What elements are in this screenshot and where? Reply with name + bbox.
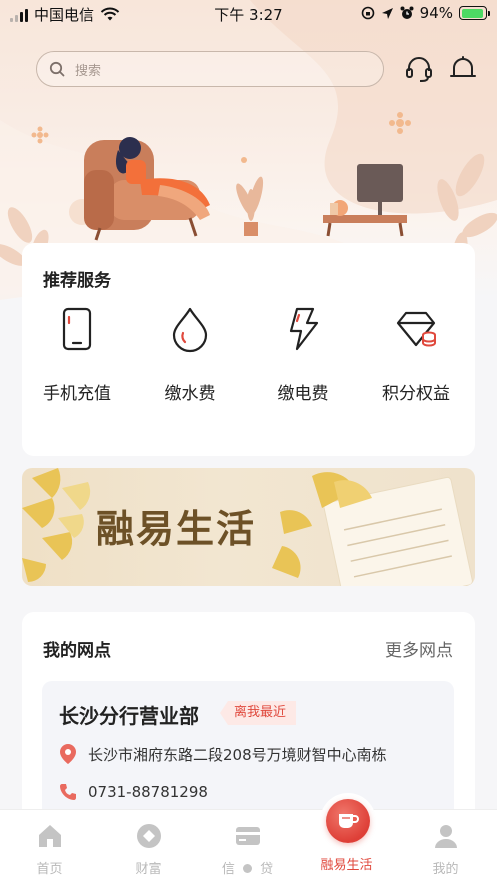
tab-label: 信 bbox=[221, 862, 235, 877]
active-tab-button[interactable] bbox=[320, 793, 376, 849]
branch-name: 长沙分行营业部 bbox=[59, 704, 199, 728]
search-bar[interactable]: 搜索 bbox=[36, 51, 384, 87]
battery-icon bbox=[459, 6, 490, 20]
tab-label: 融易生活 bbox=[320, 858, 373, 873]
water-drop-icon bbox=[172, 307, 208, 353]
service-points-rights[interactable]: 积分权益 bbox=[361, 303, 471, 404]
service-label: 积分权益 bbox=[382, 384, 450, 404]
section-title: 我的网点 bbox=[43, 641, 111, 661]
promo-banner[interactable]: 融易生活 bbox=[22, 468, 475, 586]
service-water-bill[interactable]: 缴水费 bbox=[135, 303, 245, 404]
service-label: 缴水费 bbox=[164, 384, 216, 404]
battery-percent: 94% bbox=[419, 4, 453, 22]
tab-bar: 首页 财富 信 贷 融易生活 我的 bbox=[0, 809, 497, 883]
tab-profile[interactable]: 我的 bbox=[396, 810, 495, 883]
wealth-icon bbox=[136, 824, 161, 848]
branch-address-row[interactable]: 长沙市湘府东路二段208号万境财智中心南栋 bbox=[58, 743, 387, 765]
recommended-services-card: 推荐服务 手机充值 缴水费 缴电费 积分权益 bbox=[22, 243, 475, 456]
service-phone-recharge[interactable]: 手机充值 bbox=[22, 303, 132, 404]
location-icon bbox=[381, 7, 393, 19]
lightning-icon bbox=[289, 307, 319, 351]
cup-icon bbox=[339, 814, 359, 828]
more-outlets-link[interactable]: 更多网点 bbox=[385, 636, 453, 661]
card-icon bbox=[235, 827, 260, 845]
profile-icon bbox=[434, 825, 457, 848]
phone-call-icon bbox=[60, 784, 76, 800]
headset-icon[interactable] bbox=[404, 54, 434, 84]
service-label: 缴电费 bbox=[277, 384, 329, 404]
search-placeholder: 搜索 bbox=[75, 63, 102, 79]
phone-icon bbox=[62, 307, 92, 351]
tab-label: 财富 bbox=[135, 862, 162, 877]
bell-icon[interactable] bbox=[448, 54, 478, 84]
branch-card[interactable]: 长沙分行营业部 离我最近 长沙市湘府东路二段208号万境财智中心南栋 0731-… bbox=[42, 681, 454, 821]
search-icon bbox=[49, 61, 65, 77]
banner-title: 融易生活 bbox=[96, 506, 257, 551]
separator-dot bbox=[243, 864, 252, 873]
nearest-badge: 离我最近 bbox=[220, 701, 297, 725]
tab-wealth[interactable]: 财富 bbox=[99, 810, 198, 883]
home-icon bbox=[38, 825, 61, 847]
service-electric-bill[interactable]: 缴电费 bbox=[248, 303, 358, 404]
service-label: 手机充值 bbox=[43, 384, 111, 404]
status-bar: 中国电信 下午 3:27 94% bbox=[0, 0, 497, 28]
tab-credit-loan[interactable]: 信 贷 bbox=[198, 810, 297, 883]
section-title: 推荐服务 bbox=[43, 271, 111, 291]
tab-label: 首页 bbox=[36, 862, 63, 877]
location-pin-icon bbox=[60, 744, 76, 764]
diamond-coins-icon bbox=[396, 311, 436, 347]
branch-phone-row[interactable]: 0731-88781298 bbox=[58, 782, 208, 802]
branch-phone: 0731-88781298 bbox=[88, 783, 208, 801]
rotation-lock-icon bbox=[361, 6, 374, 20]
alarm-icon bbox=[400, 6, 414, 19]
tab-label: 我的 bbox=[432, 862, 459, 877]
tab-home[interactable]: 首页 bbox=[0, 810, 99, 883]
branch-address: 长沙市湘府东路二段208号万境财智中心南栋 bbox=[88, 745, 387, 764]
tab-label-2: 贷 bbox=[260, 862, 274, 877]
